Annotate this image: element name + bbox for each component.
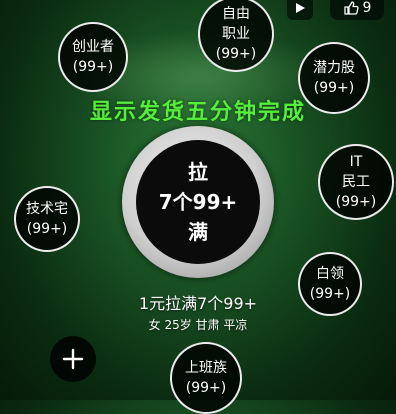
tag-count: (99+)	[335, 194, 377, 210]
like-button[interactable]: 9	[330, 0, 384, 20]
add-tag-button[interactable]	[50, 336, 96, 382]
play-button[interactable]	[287, 0, 313, 20]
tag-label: 上班族	[185, 360, 227, 376]
tag-entrepreneur[interactable]: 创业者 (99+)	[58, 22, 128, 92]
tag-count: (99+)	[26, 221, 68, 237]
tag-it-worker[interactable]: IT 民工 (99+)	[318, 144, 394, 220]
tag-label: 职业	[222, 26, 250, 42]
tag-label: 技术宅	[26, 201, 68, 217]
play-icon	[296, 3, 305, 13]
center-line-1: 拉	[188, 160, 208, 184]
tag-label: 民工	[342, 174, 370, 190]
profile-title: 1元拉满7个99+	[138, 294, 258, 313]
plus-icon	[62, 348, 84, 370]
center-line-2: 7个99+	[158, 190, 238, 214]
tag-label: 创业者	[72, 39, 114, 55]
headline-text: 显示发货五分钟完成	[89, 100, 306, 125]
tag-tech-geek[interactable]: 技术宅 (99+)	[14, 186, 80, 252]
thumbs-up-icon	[343, 1, 359, 15]
center-line-3: 满	[188, 220, 208, 244]
center-circle-inner: 拉 7个99+ 满	[136, 140, 260, 264]
tag-count: (99+)	[72, 59, 114, 75]
tag-label: 自由	[222, 6, 250, 22]
tag-label: 潜力股	[313, 60, 355, 76]
tag-office-worker[interactable]: 上班族 (99+)	[170, 342, 242, 414]
tag-label: IT	[349, 154, 363, 170]
tag-count: (99+)	[185, 380, 227, 396]
like-count: 9	[362, 0, 372, 16]
tag-count: (99+)	[215, 46, 257, 62]
center-pull-button[interactable]: 拉 7个99+ 满	[122, 126, 274, 278]
tag-label: 白领	[316, 266, 344, 282]
profile-subtitle: 女 25岁 甘肃 平凉	[148, 318, 248, 332]
